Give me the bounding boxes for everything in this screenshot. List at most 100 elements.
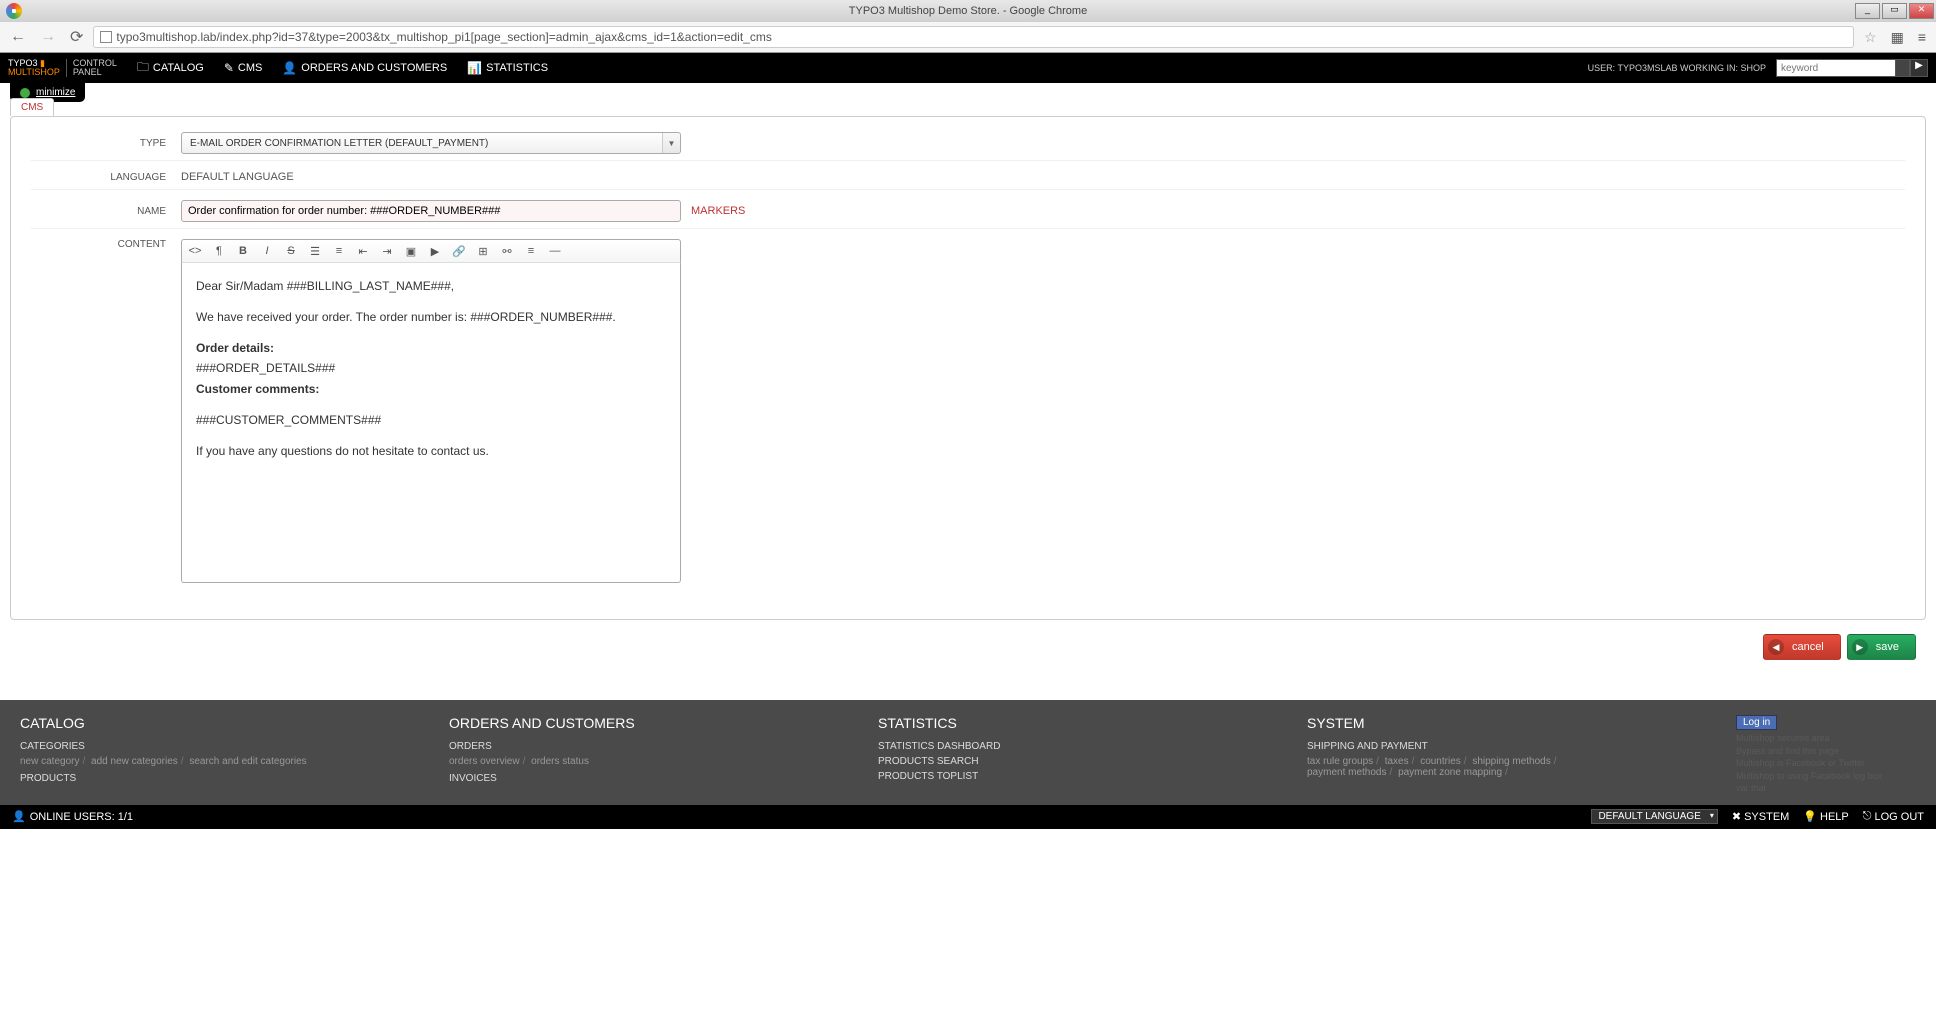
link-shipping-methods[interactable]: shipping methods — [1472, 756, 1550, 767]
link-search-categories[interactable]: search and edit categories — [189, 756, 306, 767]
footer-invoices[interactable]: INVOICES — [449, 773, 818, 784]
link-add-categories[interactable]: add new categories — [91, 756, 178, 767]
footer-stats: STATISTICS STATISTICS DASHBOARD PRODUCTS… — [878, 715, 1247, 795]
editor-body[interactable]: Dear Sir/Madam ###BILLING_LAST_NAME###, … — [181, 263, 681, 583]
tool-ol-icon[interactable]: ≡ — [332, 244, 346, 258]
pencil-icon: ✎ — [224, 61, 234, 75]
logo-text: TYPO3 ▮ MULTISHOP — [8, 59, 60, 77]
tool-ul-icon[interactable]: ☰ — [308, 244, 322, 258]
content-p5: If you have any questions do not hesitat… — [196, 442, 666, 461]
footer-products-toplist[interactable]: PRODUCTS TOPLIST — [878, 771, 1247, 782]
link-countries[interactable]: countries — [1420, 756, 1461, 767]
bottom-help[interactable]: 💡 HELP — [1803, 810, 1848, 823]
chart-icon: 📊 — [467, 61, 482, 75]
app-top-bar: TYPO3 ▮ MULTISHOP CONTROLPANEL 🗀 CATALOG… — [0, 53, 1936, 83]
footer: CATALOG CATEGORIES new category/ add new… — [0, 700, 1936, 805]
language-value: DEFAULT LANGUAGE — [181, 171, 294, 183]
markers-link[interactable]: MARKERS — [691, 205, 745, 217]
tool-attach-icon[interactable]: 🔗 — [452, 244, 466, 258]
footer-products-search[interactable]: PRODUCTS SEARCH — [878, 756, 1247, 767]
close-window-button[interactable]: ✕ — [1909, 3, 1934, 19]
status-dot-icon — [20, 88, 30, 98]
tool-image-icon[interactable]: ▣ — [404, 244, 418, 258]
bottom-logout[interactable]: ⎋ LOG OUT — [1863, 810, 1924, 823]
minimize-window-button[interactable]: _ — [1855, 3, 1880, 19]
footer-catalog: CATALOG CATEGORIES new category/ add new… — [20, 715, 389, 795]
bookmark-star-icon[interactable]: ☆ — [1864, 29, 1877, 46]
label-name: NAME — [31, 206, 181, 217]
window-title: TYPO3 Multishop Demo Store. - Google Chr… — [849, 5, 1087, 17]
content-p2: We have received your order. The order n… — [196, 308, 666, 327]
minimize-link[interactable]: minimize — [36, 87, 75, 98]
tool-hr-icon[interactable]: — — [548, 244, 562, 258]
footer-categories[interactable]: CATEGORIES — [20, 741, 389, 752]
cancel-button[interactable]: ◀ cancel — [1763, 634, 1841, 660]
page-menu-icon[interactable]: ▦ — [1887, 27, 1908, 48]
logo-area[interactable]: TYPO3 ▮ MULTISHOP CONTROLPANEL — [8, 59, 117, 77]
nav-statistics[interactable]: 📊 STATISTICS — [467, 58, 548, 79]
bulb-icon: 💡 — [1803, 810, 1817, 823]
content-h1: Order details: — [196, 341, 274, 355]
person-icon: 👤 — [282, 61, 297, 75]
online-users-text: ONLINE USERS: 1/1 — [30, 811, 133, 823]
tool-source-icon[interactable]: <> — [188, 244, 202, 258]
link-tax-groups[interactable]: tax rule groups — [1307, 756, 1373, 767]
maximize-window-button[interactable]: ▭ — [1882, 3, 1907, 19]
tab-cms[interactable]: CMS — [10, 98, 54, 116]
footer-orders-sub[interactable]: ORDERS — [449, 741, 818, 752]
reload-button[interactable]: ⟳ — [66, 25, 87, 49]
nav-orders[interactable]: 👤 ORDERS AND CUSTOMERS — [282, 58, 447, 79]
footer-catalog-title: CATALOG — [20, 715, 389, 731]
save-button[interactable]: ▶ save — [1847, 634, 1916, 660]
link-taxes[interactable]: taxes — [1385, 756, 1409, 767]
chevron-right-icon: ▶ — [1852, 639, 1868, 655]
logout-icon: ⎋ — [1863, 810, 1872, 823]
bottom-system[interactable]: ✖ SYSTEM — [1732, 810, 1789, 823]
tool-video-icon[interactable]: ▶ — [428, 244, 442, 258]
link-payment-zone[interactable]: payment zone mapping — [1398, 767, 1502, 778]
footer-products[interactable]: PRODUCTS — [20, 773, 389, 784]
tool-bold-icon[interactable]: B — [236, 244, 250, 258]
tool-italic-icon[interactable]: I — [260, 244, 274, 258]
folder-icon: 🗀 — [137, 58, 149, 79]
top-nav: 🗀 CATALOG ✎ CMS 👤 ORDERS AND CUSTOMERS 📊… — [137, 58, 548, 79]
tool-paragraph-icon[interactable]: ¶ — [212, 244, 226, 258]
name-input[interactable] — [181, 200, 681, 222]
url-bar[interactable]: typo3multishop.lab/index.php?id=37&type=… — [93, 26, 1854, 48]
back-button[interactable]: ← — [6, 26, 30, 48]
footer-sys-links1: tax rule groups/ taxes/ countries/ shipp… — [1307, 756, 1676, 767]
footer-stats-dashboard[interactable]: STATISTICS DASHBOARD — [878, 741, 1247, 752]
link-orders-status[interactable]: orders status — [531, 756, 589, 767]
window-controls: _ ▭ ✕ — [1855, 3, 1934, 19]
footer-shipping[interactable]: SHIPPING AND PAYMENT — [1307, 741, 1676, 752]
nav-catalog[interactable]: 🗀 CATALOG — [137, 58, 204, 79]
tool-strike-icon[interactable]: S — [284, 244, 298, 258]
tool-indent-icon[interactable]: ⇥ — [380, 244, 394, 258]
language-select[interactable]: DEFAULT LANGUAGE — [1591, 809, 1717, 824]
control-panel-label: CONTROLPANEL — [66, 59, 117, 77]
nav-cms[interactable]: ✎ CMS — [224, 58, 263, 79]
search-box: ▶ — [1776, 59, 1928, 77]
nav-cms-label: CMS — [238, 62, 262, 74]
chevron-left-icon: ◀ — [1768, 639, 1784, 655]
login-button[interactable]: Log in — [1736, 715, 1777, 730]
nav-bar: ← → ⟳ typo3multishop.lab/index.php?id=37… — [0, 22, 1936, 52]
footer-sys-links2: payment methods/ payment zone mapping/ — [1307, 767, 1676, 778]
tool-align-icon[interactable]: ≡ — [524, 244, 538, 258]
browser-chrome: TYPO3 Multishop Demo Store. - Google Chr… — [0, 0, 1936, 53]
link-new-category[interactable]: new category — [20, 756, 79, 767]
type-select[interactable]: E-MAIL ORDER CONFIRMATION LETTER (DEFAUL… — [181, 132, 681, 154]
search-input[interactable] — [1776, 59, 1896, 77]
link-payment-methods[interactable]: payment methods — [1307, 767, 1387, 778]
link-orders-overview[interactable]: orders overview — [449, 756, 520, 767]
tool-table-icon[interactable]: ⊞ — [476, 244, 490, 258]
label-content: CONTENT — [31, 239, 181, 250]
forward-button[interactable]: → — [36, 26, 60, 48]
cancel-label: cancel — [1792, 641, 1824, 653]
chevron-down-icon: ▼ — [662, 133, 680, 153]
hamburger-menu-icon[interactable]: ≡ — [1914, 27, 1930, 47]
search-go-button[interactable]: ▶ — [1910, 59, 1928, 77]
tool-link-icon[interactable]: ⚯ — [500, 244, 514, 258]
tool-outdent-icon[interactable]: ⇤ — [356, 244, 370, 258]
search-dropdown-button[interactable] — [1896, 59, 1910, 77]
